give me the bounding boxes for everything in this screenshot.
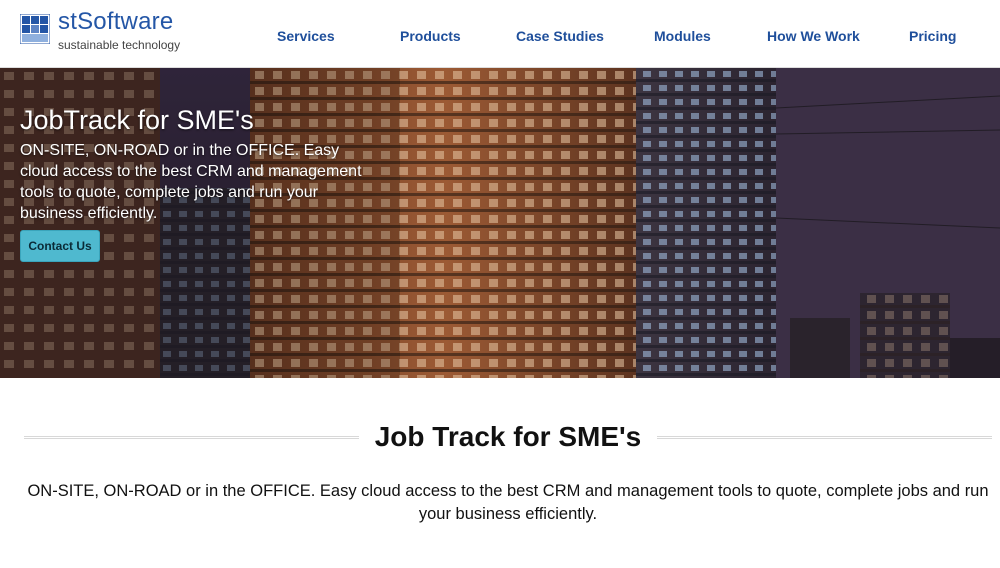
nav-item-case-studies[interactable]: Case Studies <box>516 28 604 44</box>
nav-item-modules[interactable]: Modules <box>654 28 711 44</box>
hero-title: JobTrack for SME's <box>20 105 254 135</box>
main-nav: Services Products Case Studies Modules H… <box>0 28 1000 48</box>
site-header: stSoftware sustainable technology Servic… <box>0 0 1000 68</box>
hero-description: ON-SITE, ON-ROAD or in the OFFICE. Easy … <box>20 142 362 222</box>
divider-right <box>657 435 992 439</box>
contact-us-button[interactable]: Contact Us <box>20 230 100 262</box>
nav-item-services[interactable]: Services <box>277 28 335 44</box>
nav-item-how-we-work[interactable]: How We Work <box>767 28 860 44</box>
nav-item-pricing[interactable]: Pricing <box>909 28 956 44</box>
divider-left <box>24 435 359 439</box>
section-heading-row: Job Track for SME's <box>24 420 992 454</box>
hero-copy: JobTrack for SME's ON-SITE, ON-ROAD or i… <box>20 104 370 224</box>
hero-banner: JobTrack for SME's ON-SITE, ON-ROAD or i… <box>0 68 1000 378</box>
section-title: Job Track for SME's <box>374 421 642 452</box>
section-description: ON-SITE, ON-ROAD or in the OFFICE. Easy … <box>27 482 989 523</box>
nav-item-products[interactable]: Products <box>400 28 461 44</box>
